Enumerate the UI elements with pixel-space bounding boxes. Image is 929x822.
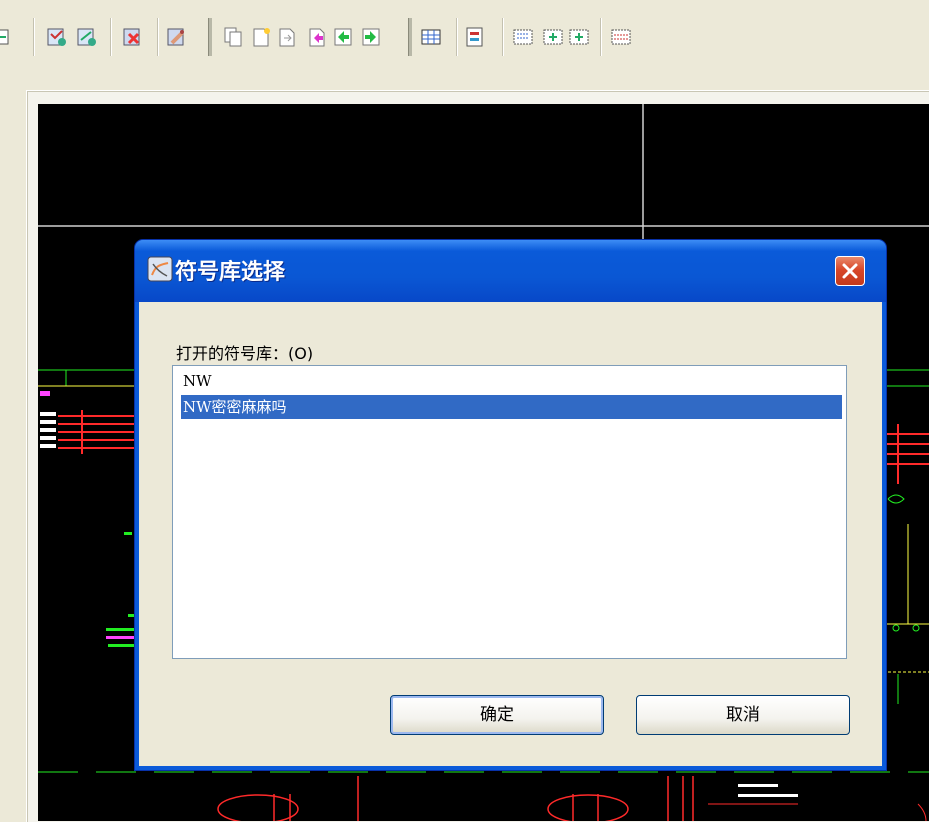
close-button[interactable] <box>835 256 865 286</box>
brush-icon[interactable] <box>166 26 188 48</box>
arrow-left-icon[interactable] <box>332 26 354 48</box>
main-toolbar <box>0 0 929 78</box>
toolbar-separator <box>110 18 112 56</box>
grid-view-icon[interactable] <box>0 26 10 48</box>
dialog-titlebar[interactable]: 符号库选择 <box>135 240 886 302</box>
page-forward-icon[interactable] <box>276 26 298 48</box>
component-icon[interactable] <box>464 26 486 48</box>
list-item-selected[interactable]: NW密密麻麻吗 <box>180 394 843 420</box>
new-page-icon[interactable] <box>250 26 272 48</box>
grid-icon[interactable] <box>420 26 442 48</box>
draw-wire-icon[interactable] <box>46 26 68 48</box>
ok-button[interactable]: 确定 <box>390 695 604 735</box>
dialog-body: 打开的符号库：(O) NW NW密密麻麻吗 确定 取消 <box>139 302 882 766</box>
toolbar-grip <box>408 18 412 56</box>
toolbar-grip <box>208 18 212 56</box>
draw-symbol-icon[interactable] <box>76 26 98 48</box>
cancel-button[interactable]: 取消 <box>636 695 850 735</box>
close-icon <box>842 263 858 279</box>
arrow-right-icon[interactable] <box>360 26 382 48</box>
page-back-icon[interactable] <box>306 26 328 48</box>
toolbar-separator <box>157 18 159 56</box>
toolbar-separator <box>600 18 602 56</box>
open-libraries-label: 打开的符号库：(O) <box>176 344 314 363</box>
toolbar-separator <box>502 18 504 56</box>
symbol-library-dialog: 符号库选择 打开的符号库：(O) NW NW密密麻麻吗 确定 取消 <box>135 240 886 770</box>
app-icon <box>147 256 173 282</box>
dialog-title: 符号库选择 <box>175 260 286 285</box>
toolbar-separator <box>456 18 458 56</box>
library-listbox[interactable]: NW NW密密麻麻吗 <box>172 365 847 659</box>
terminal-group-2-icon[interactable] <box>568 26 590 48</box>
terminal-icon[interactable] <box>512 26 534 48</box>
copy-page-icon[interactable] <box>222 26 244 48</box>
terminal-strip-icon[interactable] <box>610 26 632 48</box>
terminal-group-icon[interactable] <box>542 26 564 48</box>
toolbar-separator <box>33 18 35 56</box>
list-item[interactable]: NW <box>183 369 212 393</box>
erase-icon[interactable] <box>122 26 144 48</box>
